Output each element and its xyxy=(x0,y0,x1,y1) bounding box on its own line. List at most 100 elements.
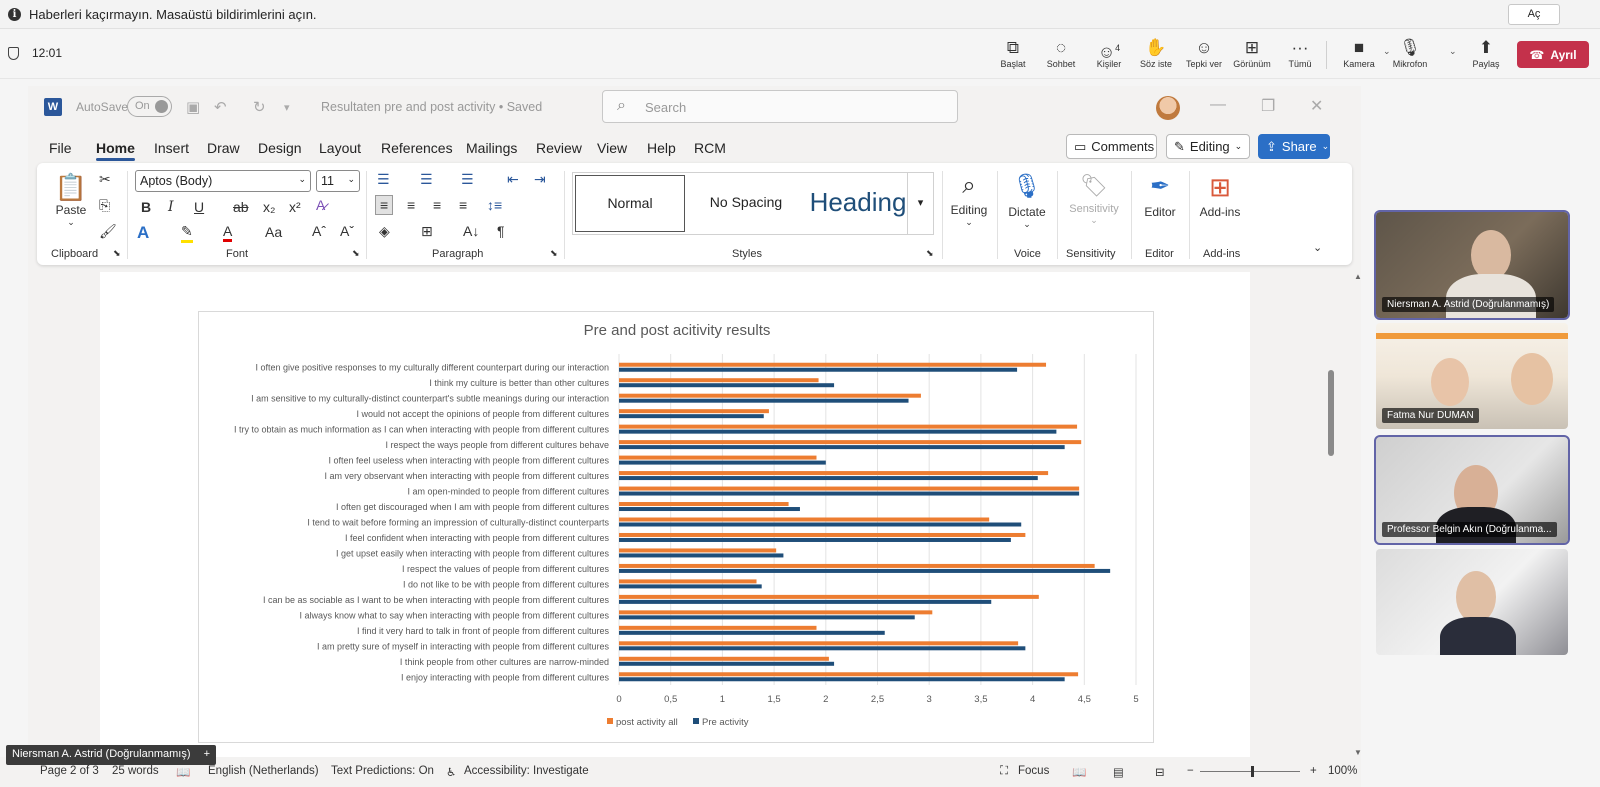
tab-rcm[interactable]: RCM xyxy=(694,140,726,156)
people-button[interactable]: ☺4 Kişiler xyxy=(1084,37,1134,69)
document-title[interactable]: Resultaten pre and post activity • Saved xyxy=(321,100,542,114)
paste-button[interactable]: 📋 Paste ⌄ xyxy=(51,171,91,228)
share-screen-button[interactable]: ⧉ Başlat xyxy=(988,37,1038,69)
align-left-icon[interactable]: ≡ xyxy=(375,195,394,215)
more-button[interactable]: ··· Tümü xyxy=(1275,37,1325,69)
zoom-level[interactable]: 100% xyxy=(1328,765,1357,777)
web-layout-icon[interactable]: ⊟ xyxy=(1155,765,1165,779)
font-size-select[interactable]: 11 ⌄ xyxy=(316,170,360,192)
numbering-icon[interactable]: ☰ xyxy=(420,171,433,188)
chat-button[interactable]: ◌ Sohbet xyxy=(1036,37,1086,69)
language-status[interactable]: English (Netherlands) xyxy=(208,765,319,777)
tab-references[interactable]: References xyxy=(381,140,453,156)
font-family-select[interactable]: Aptos (Body) ⌄ xyxy=(135,170,311,192)
justify-icon[interactable]: ≡ xyxy=(459,197,467,213)
align-right-icon[interactable]: ≡ xyxy=(433,197,441,213)
dictate-button[interactable]: 🎙 Dictate ⌄ xyxy=(999,169,1055,230)
highlight-icon[interactable]: ✎ xyxy=(181,223,193,243)
clear-formatting-icon[interactable]: A̷ xyxy=(316,197,325,213)
vertical-scrollbar[interactable]: ▲ ▼ xyxy=(1354,272,1362,757)
scroll-up-icon[interactable]: ▲ xyxy=(1354,272,1362,281)
borders-icon[interactable]: ⊞ xyxy=(421,223,433,240)
dialog-launcher-icon[interactable]: ⬊ xyxy=(113,248,121,259)
grow-font-icon[interactable]: Aˆ xyxy=(312,223,326,239)
tab-design[interactable]: Design xyxy=(258,140,302,156)
add-icon[interactable]: + xyxy=(204,748,210,760)
close-icon[interactable]: ✕ xyxy=(1310,96,1323,116)
scroll-down-icon[interactable]: ▼ xyxy=(1354,748,1362,757)
tab-insert[interactable]: Insert xyxy=(154,140,189,156)
text-predictions-status[interactable]: Text Predictions: On xyxy=(331,765,434,777)
print-layout-icon[interactable]: ▤ xyxy=(1113,765,1124,779)
account-avatar[interactable] xyxy=(1156,96,1180,120)
tab-draw[interactable]: Draw xyxy=(207,140,240,156)
search-box[interactable]: ⌕ Search xyxy=(602,90,958,123)
editing-mode-button[interactable]: ✎ Editing ⌄ xyxy=(1166,134,1250,159)
participant-tile[interactable]: Fatma Nur DUMAN xyxy=(1376,323,1568,429)
tab-file[interactable]: File xyxy=(49,140,72,156)
subscript-icon[interactable]: x₂ xyxy=(263,199,275,215)
mic-button[interactable]: 🎙 Mikrofon xyxy=(1385,37,1435,69)
participant-tile[interactable] xyxy=(1376,549,1568,655)
read-mode-icon[interactable]: 📖 xyxy=(1072,765,1086,779)
restore-icon[interactable]: ❐ xyxy=(1261,96,1275,116)
increase-indent-icon[interactable]: ⇥ xyxy=(534,171,546,188)
tab-view[interactable]: View xyxy=(597,140,627,156)
chart[interactable]: Pre and post acitivity results 0 0,5 1 1,5 2… xyxy=(198,311,1154,743)
font-color-icon[interactable]: A xyxy=(223,223,233,242)
line-spacing-icon[interactable]: ↕≡ xyxy=(487,197,502,213)
autosave-toggle[interactable]: On xyxy=(127,96,172,117)
cut-icon[interactable]: ✂ xyxy=(99,171,111,188)
leave-button[interactable]: ☎ Ayrıl xyxy=(1517,41,1589,68)
superscript-icon[interactable]: x² xyxy=(289,199,301,215)
style-heading[interactable]: Heading xyxy=(798,175,918,232)
scrollbar-thumb[interactable] xyxy=(1328,370,1334,456)
dialog-launcher-icon[interactable]: ⬊ xyxy=(926,248,934,259)
style-normal[interactable]: Normal xyxy=(575,175,685,232)
underline-icon[interactable]: U xyxy=(194,199,204,215)
bullets-icon[interactable]: ☰ xyxy=(377,171,390,188)
format-painter-icon[interactable]: 🖌 xyxy=(99,223,117,240)
tab-home[interactable]: Home xyxy=(96,140,135,161)
dialog-launcher-icon[interactable]: ⬊ xyxy=(352,248,360,259)
share-button[interactable]: ⬆ Paylaş xyxy=(1461,37,1511,69)
redo-icon[interactable]: ↻ xyxy=(253,98,266,116)
sensitivity-button[interactable]: 🏷 Sensitivity ⌄ xyxy=(1059,169,1129,226)
comments-button[interactable]: ▭ Comments xyxy=(1066,134,1157,159)
sort-icon[interactable]: A↓ xyxy=(463,223,479,239)
tab-layout[interactable]: Layout xyxy=(319,140,361,156)
camera-options-chevron-icon[interactable]: ⌄ xyxy=(1383,46,1391,57)
view-button[interactable]: ⊞ Görünüm xyxy=(1227,37,1277,69)
addins-button[interactable]: ⊞ Add-ins xyxy=(1193,169,1247,219)
dialog-launcher-icon[interactable]: ⬊ xyxy=(550,248,558,259)
zoom-slider[interactable] xyxy=(1200,771,1300,772)
italic-icon[interactable]: I xyxy=(168,199,174,215)
decrease-indent-icon[interactable]: ⇤ xyxy=(507,171,519,188)
camera-button[interactable]: ■ Kamera xyxy=(1334,37,1384,69)
tab-review[interactable]: Review xyxy=(536,140,582,156)
accessibility-status[interactable]: Accessibility: Investigate xyxy=(464,765,589,777)
text-effects-icon[interactable]: A xyxy=(137,223,149,243)
focus-button[interactable]: Focus xyxy=(1018,765,1049,777)
shrink-font-icon[interactable]: Aˇ xyxy=(340,223,354,239)
share-document-button[interactable]: ⇪ Share ⌄ xyxy=(1258,134,1330,159)
mic-options-chevron-icon[interactable]: ⌄ xyxy=(1449,46,1457,57)
copy-icon[interactable]: ⎘ xyxy=(99,197,110,214)
tab-mailings[interactable]: Mailings xyxy=(466,140,517,156)
customize-qat-icon[interactable]: ▾ xyxy=(284,101,290,114)
show-formatting-icon[interactable]: ¶ xyxy=(497,223,505,239)
proofing-icon[interactable]: 📖 xyxy=(176,765,190,779)
save-icon[interactable]: ▣ xyxy=(186,98,200,116)
minimize-icon[interactable]: — xyxy=(1210,96,1226,114)
style-no-spacing[interactable]: No Spacing xyxy=(691,175,801,232)
raise-hand-button[interactable]: ✋ Söz iste xyxy=(1131,37,1181,69)
change-case-icon[interactable]: Aa xyxy=(265,224,282,240)
participant-tile[interactable]: Professor Belgin Akın (Doğrulanma... xyxy=(1374,435,1570,545)
document-page[interactable]: Pre and post acitivity results 0 0,5 1 1,5 2… xyxy=(100,272,1250,757)
zoom-in-icon[interactable]: + xyxy=(1310,765,1317,777)
participant-tile[interactable]: Niersman A. Astrid (Doğrulanmamış) xyxy=(1374,210,1570,320)
notification-open-button[interactable]: Aç xyxy=(1508,4,1560,25)
align-center-icon[interactable]: ≡ xyxy=(407,197,415,213)
multilevel-list-icon[interactable]: ☰ xyxy=(461,171,474,188)
styles-more-button[interactable]: ▾ xyxy=(907,172,934,235)
